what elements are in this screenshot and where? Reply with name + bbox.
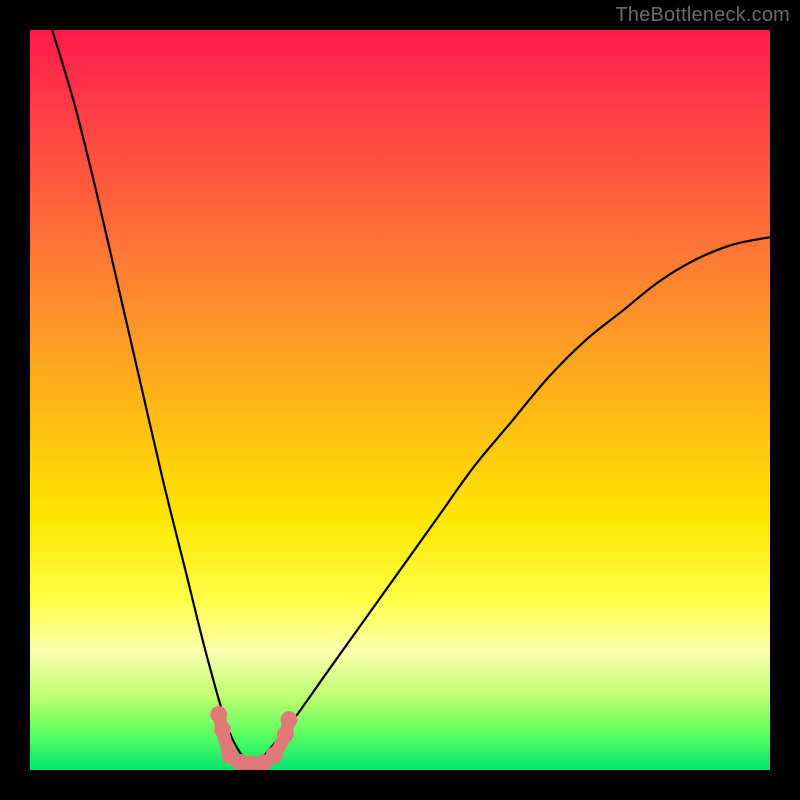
- trough-dot: [210, 706, 227, 723]
- curve-left-branch: [52, 30, 252, 770]
- attribution-text: TheBottleneck.com: [615, 4, 790, 27]
- trough-dot: [214, 721, 231, 738]
- trough-dot: [266, 747, 283, 764]
- bottleneck-curve: [30, 30, 770, 770]
- chart-area: [30, 30, 770, 770]
- trough-dot: [277, 726, 294, 743]
- curve-right-branch: [252, 237, 770, 770]
- trough-dot: [281, 711, 298, 728]
